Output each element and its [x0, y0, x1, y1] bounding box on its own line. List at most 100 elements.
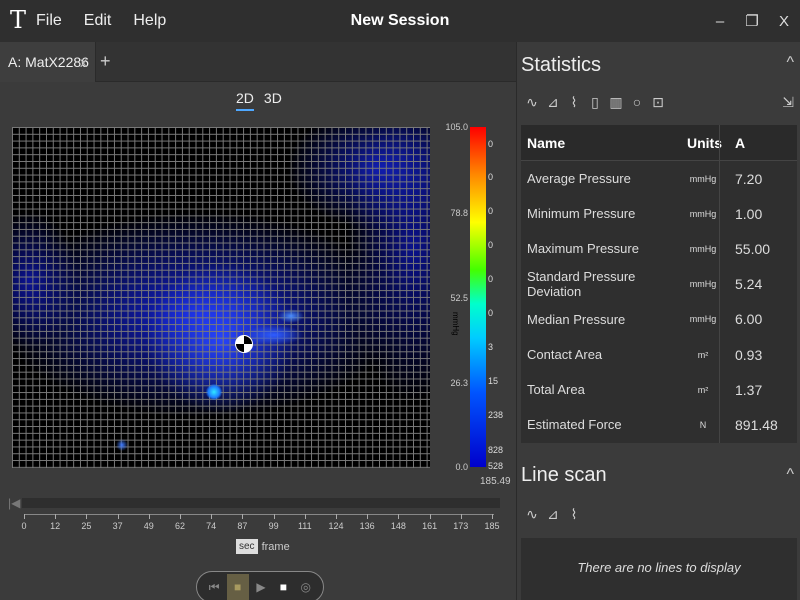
timeline-slider[interactable]: [22, 498, 500, 508]
hotspot: [116, 439, 128, 451]
empty-state-message: There are no lines to display: [577, 560, 741, 575]
hotspot: [244, 325, 304, 345]
side-panel: Statistics ^ ∿ ⊿ ⌇ ▯ ▥ ○ ⊡ ⇲ Name Units …: [516, 42, 800, 600]
timeline-tick: [492, 514, 493, 519]
first-frame-button[interactable]: ⏮: [204, 574, 224, 600]
color-scale-bar: [470, 127, 486, 467]
stop-button[interactable]: ■: [273, 574, 293, 600]
table-row: Maximum Pressure mmHg 55.00: [521, 231, 797, 267]
timeline-tick-label: 87: [237, 521, 248, 531]
angle-tool-icon[interactable]: ⊿: [546, 94, 560, 111]
statistics-title: Statistics: [521, 54, 602, 76]
statistics-toolbar: ∿ ⊿ ⌇ ▯ ▥ ○ ⊡: [525, 94, 665, 111]
minimize-button[interactable]: –: [704, 0, 736, 42]
scale-value: 15: [488, 376, 499, 386]
line-tool-icon[interactable]: ∿: [525, 94, 539, 111]
timeline-tick-label: 49: [143, 521, 154, 531]
current-frame-indicator[interactable]: ■: [226, 574, 249, 600]
grid-tool-icon[interactable]: ▥: [609, 94, 623, 111]
timeline-tick: [367, 514, 369, 519]
playback-controls: ⏮ ■ ▶ ■ ◎: [196, 571, 324, 600]
scale-value: 0: [488, 206, 494, 216]
timeline-tick: [273, 514, 275, 519]
menu-file[interactable]: File: [36, 12, 62, 30]
timeline-tick: [180, 514, 181, 519]
timeline-tick: [304, 514, 306, 519]
timeline-tick: [148, 514, 150, 519]
view-toggle: 2D 3D: [236, 90, 282, 111]
line-scan-collapse-icon[interactable]: ^: [786, 466, 794, 484]
column-header-name: Name: [527, 134, 566, 151]
timeline-tick-label: 12: [50, 521, 61, 531]
scale-value: 0: [488, 139, 494, 149]
view-3d-button[interactable]: 3D: [264, 90, 282, 111]
close-window-button[interactable]: X: [768, 0, 800, 42]
scale-value: 828: [488, 445, 504, 455]
stat-name: Median Pressure: [527, 311, 626, 327]
timeline-tick-label: 37: [112, 521, 123, 531]
scale-tick-max: 105.0: [445, 122, 468, 132]
export-icon[interactable]: ⇲: [782, 94, 794, 111]
timeline-tick-label: 148: [390, 521, 406, 531]
timeline-tick-label: 25: [81, 521, 92, 531]
time-unit-toggle: sec frame: [236, 539, 290, 554]
view-2d-button[interactable]: 2D: [236, 90, 254, 111]
table-row: Median Pressure mmHg 6.00: [521, 301, 797, 337]
stat-name: Estimated Force: [527, 417, 622, 433]
line-scan-title: Line scan: [521, 464, 607, 486]
freehand-tool-icon[interactable]: ⌇: [567, 506, 581, 523]
stat-value: 0.93: [719, 336, 797, 373]
scale-value: 0: [488, 308, 494, 318]
line-tool-icon[interactable]: ∿: [525, 506, 539, 523]
viewer-panel: A: MatX2286 x + 2D 3D 105.0 78.8 52.5 26…: [0, 42, 516, 600]
stat-name: Contact Area: [527, 347, 603, 363]
freehand-tool-icon[interactable]: ⌇: [567, 94, 581, 111]
scale-value: 0: [488, 240, 494, 250]
angle-tool-icon[interactable]: ⊿: [546, 506, 560, 523]
add-tab-button[interactable]: +: [100, 51, 111, 72]
play-button[interactable]: ▶: [251, 574, 271, 600]
menu-help[interactable]: Help: [133, 12, 166, 30]
menu-edit[interactable]: Edit: [84, 12, 112, 30]
tab-close-icon[interactable]: x: [80, 54, 87, 70]
stat-unit: mmHg: [689, 243, 717, 254]
timeline-tick: [460, 514, 462, 519]
hotspot: [206, 384, 222, 400]
table-row: Estimated Force N 891.48: [521, 407, 797, 443]
tab-matx2286[interactable]: A: MatX2286 x: [0, 42, 96, 82]
statistics-collapse-icon[interactable]: ^: [786, 54, 794, 72]
unit-frame-button[interactable]: frame: [262, 541, 290, 553]
tab-bar: A: MatX2286 x +: [0, 42, 516, 82]
pressure-heatmap[interactable]: [12, 127, 430, 468]
table-row: Total Area m² 1.37: [521, 372, 797, 408]
timeline-start-icon[interactable]: |◀: [8, 496, 20, 510]
record-button[interactable]: ◎: [296, 574, 316, 600]
stat-value: 1.37: [719, 372, 797, 408]
region-tool-icon[interactable]: ⊡: [651, 94, 665, 111]
restore-button[interactable]: ❐: [736, 0, 768, 42]
column-header-a: A: [719, 125, 797, 160]
timeline-tick-label: 99: [268, 521, 279, 531]
scale-tick: 26.3: [450, 378, 468, 388]
table-header: Name Units A: [521, 125, 797, 161]
stat-name: Standard Pressure Deviation: [527, 269, 636, 300]
scale-value: 238: [488, 410, 504, 420]
timeline-tick: [336, 514, 337, 519]
timeline: |◀: [8, 496, 504, 512]
table-row: Standard Pressure Deviation mmHg 5.24: [521, 266, 797, 302]
circle-tool-icon[interactable]: ○: [630, 94, 644, 111]
rectangle-tool-icon[interactable]: ▯: [588, 94, 602, 111]
unit-sec-button[interactable]: sec: [236, 539, 258, 554]
tab-label: A: MatX2286: [8, 54, 89, 70]
timeline-tick: [117, 514, 119, 519]
timeline-tick-label: 173: [453, 521, 469, 531]
stat-name: Total Area: [527, 382, 585, 398]
scale-unit-label: mmHg: [451, 312, 460, 336]
timeline-tick-label: 161: [422, 521, 438, 531]
timeline-tick: [242, 514, 244, 519]
scale-value: 3: [488, 342, 494, 352]
center-of-pressure-icon[interactable]: [235, 335, 253, 353]
timeline-tick: [24, 514, 25, 519]
scale-value: 528: [488, 461, 504, 471]
stat-unit: mmHg: [689, 208, 717, 219]
